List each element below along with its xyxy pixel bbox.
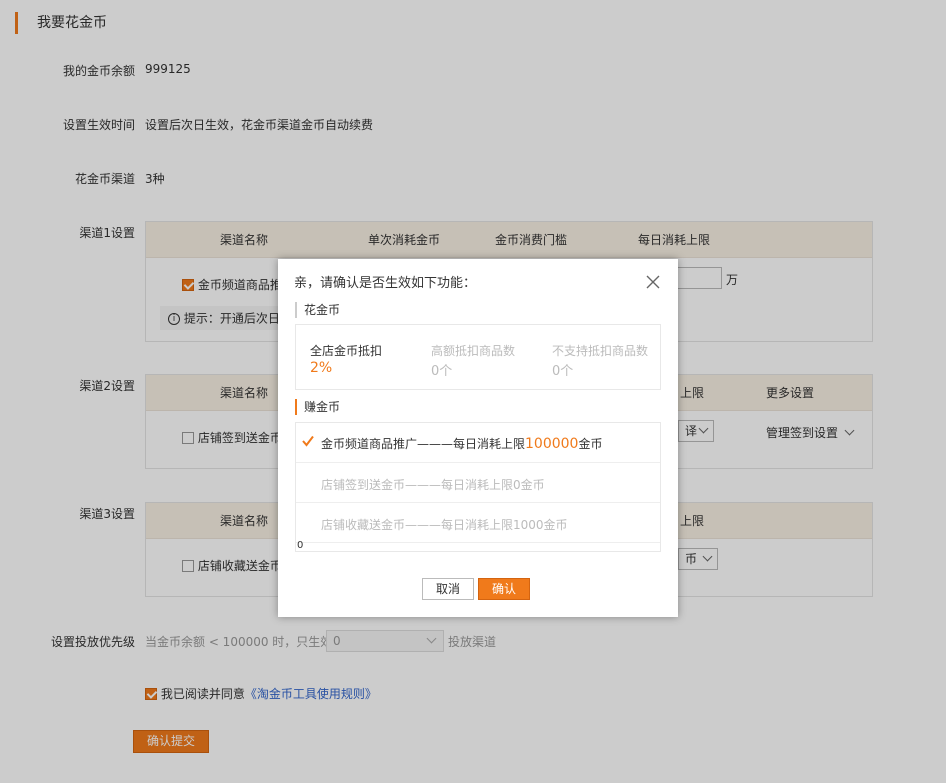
spend-item-value: 0个 <box>552 364 574 379</box>
spend-section-title: 花金币 <box>295 302 340 318</box>
earn-list: 金币频道商品推广———每日消耗上限100000金币 店铺签到送金币———每日消耗… <box>295 422 661 552</box>
earn-row-amount: 100000 <box>525 436 579 452</box>
earn-row-text: 店铺签到送金币———每日消耗上限0金币 <box>321 478 545 492</box>
close-icon[interactable] <box>646 275 660 289</box>
earn-row-text: 店铺收藏送金币———每日消耗上限1000金币 <box>321 518 568 532</box>
spend-item-value: 2% <box>310 360 333 376</box>
spend-item-label: 不支持抵扣商品数 <box>552 344 649 358</box>
confirm-button[interactable]: 确认 <box>478 578 530 600</box>
confirm-modal: 亲，请确认是否生效如下功能： 花金币 全店金币抵扣 2% 高额抵扣商品数 0个 … <box>278 259 678 617</box>
spend-item-unsupported: 不支持抵扣商品数 0个 <box>552 342 648 379</box>
checkmark-icon <box>302 435 314 450</box>
spend-item-label: 高额抵扣商品数 <box>431 344 516 358</box>
spend-item-high-deduct: 高额抵扣商品数 0个 <box>431 342 515 379</box>
earn-row: 金币频道商品推广———每日消耗上限100000金币 <box>296 423 660 463</box>
spend-item-deduct: 全店金币抵扣 2% <box>310 342 382 376</box>
earn-section-title: 赚金币 <box>295 399 340 415</box>
modal-title: 亲，请确认是否生效如下功能： <box>294 276 477 291</box>
earn-row-text: 金币频道商品推广———每日消耗上限100000金币 <box>321 435 602 452</box>
earn-row: 店铺签到送金币———每日消耗上限0金币 <box>296 463 660 503</box>
spend-item-value: 0个 <box>431 364 453 379</box>
spend-item-label: 全店金币抵扣 <box>310 344 383 358</box>
scroll-indicator: 0 <box>297 540 304 551</box>
earn-row: 店铺收藏送金币———每日消耗上限1000金币 <box>296 503 660 543</box>
earn-row-suffix: 金币 <box>578 437 603 451</box>
earn-row-prefix: 金币频道商品推广———每日消耗上限 <box>321 437 526 451</box>
cancel-button[interactable]: 取消 <box>422 578 474 600</box>
spend-summary-box: 全店金币抵扣 2% 高额抵扣商品数 0个 不支持抵扣商品数 0个 <box>295 324 661 390</box>
